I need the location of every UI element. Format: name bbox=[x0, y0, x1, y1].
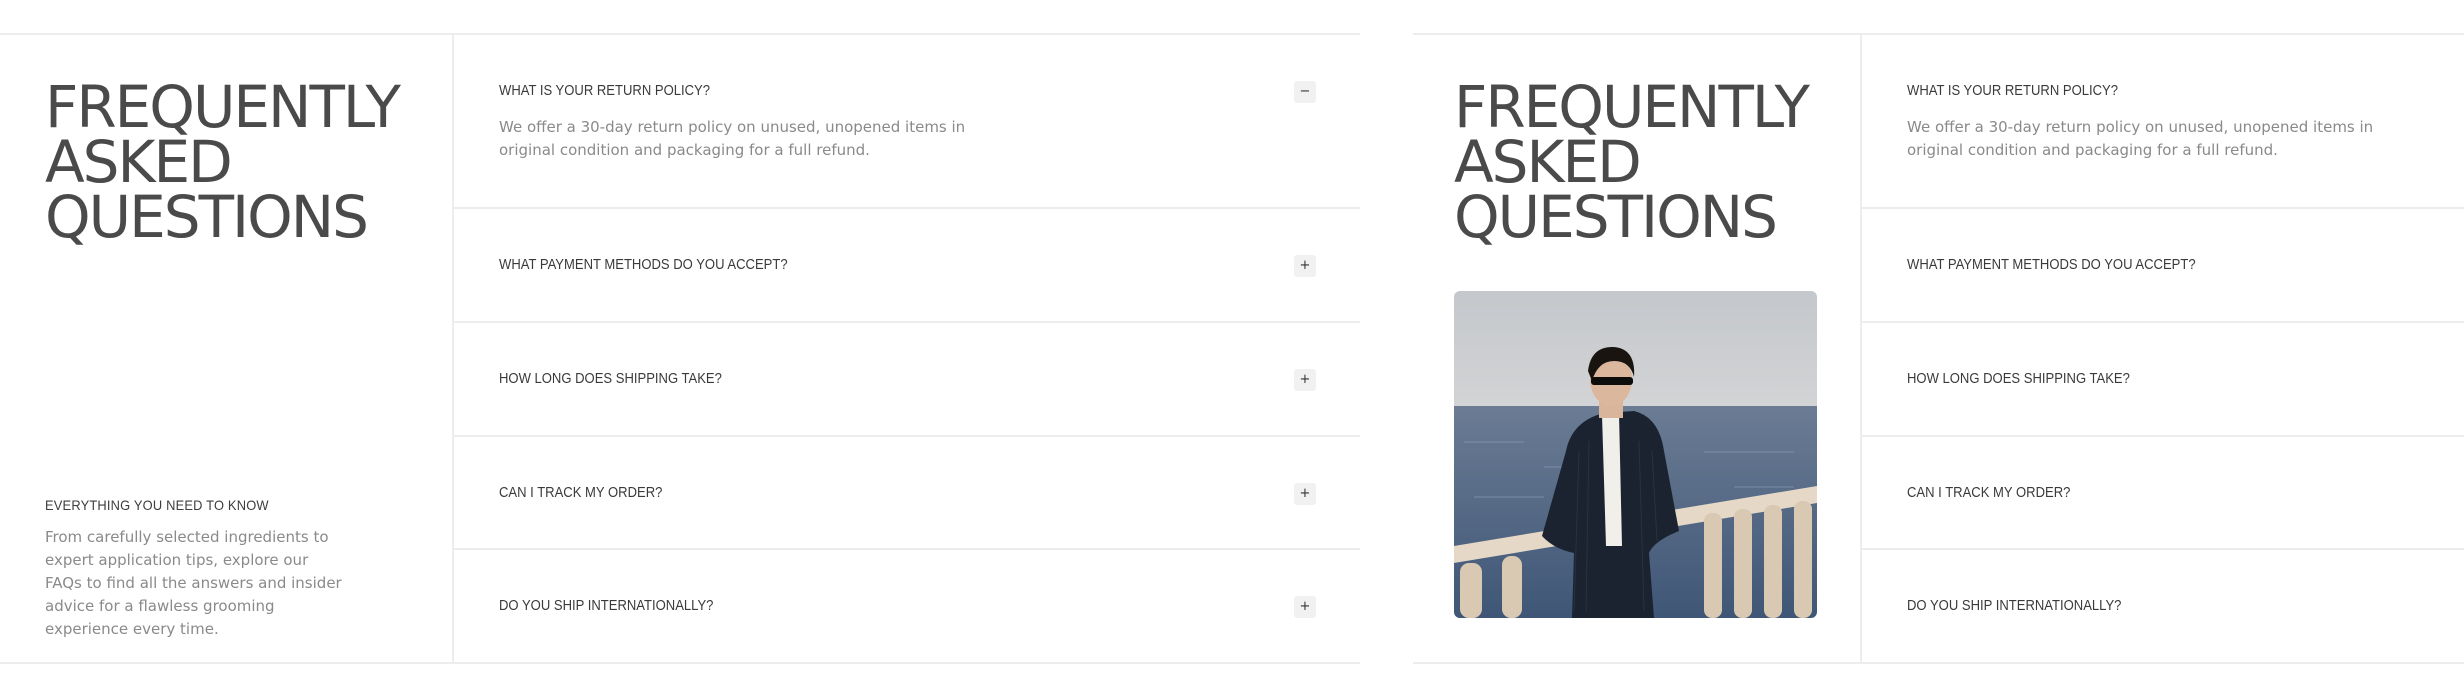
intro-text: From carefully selected ingredients to e… bbox=[45, 528, 342, 638]
faq-question[interactable]: WHAT PAYMENT METHODS DO YOU ACCEPT? bbox=[499, 257, 788, 273]
faq-answer: We offer a 30-day return policy on unuse… bbox=[499, 118, 966, 159]
faq-question[interactable]: HOW LONG DOES SHIPPING TAKE? bbox=[1907, 371, 2130, 387]
faq-question[interactable]: WHAT IS YOUR RETURN POLICY? bbox=[1907, 83, 2118, 99]
faq-question[interactable]: WHAT IS YOUR RETURN POLICY? bbox=[499, 83, 710, 99]
faq-heading: FREQUENTLY ASKED QUESTIONS bbox=[1454, 73, 1810, 251]
faq-item-payment-methods[interactable]: WHAT PAYMENT METHODS DO YOU ACCEPT? + bbox=[454, 209, 1360, 323]
faq-item-international-shipping[interactable]: DO YOU SHIP INTERNATIONALLY? bbox=[1862, 550, 2464, 662]
expand-icon[interactable]: + bbox=[1294, 255, 1316, 277]
model-photo bbox=[1454, 291, 1817, 618]
collapse-icon[interactable]: − bbox=[1294, 81, 1316, 103]
faq-heading-line: FREQUENTLY bbox=[45, 73, 401, 141]
model-photo-illustration bbox=[1454, 291, 1817, 618]
faq-item-return-policy[interactable]: WHAT IS YOUR RETURN POLICY? − We offer a… bbox=[454, 35, 1360, 209]
faq-question[interactable]: CAN I TRACK MY ORDER? bbox=[499, 485, 662, 501]
faq-intro-column: FREQUENTLY ASKED QUESTIONS EVERYTHING YO… bbox=[0, 35, 454, 662]
faq-question[interactable]: HOW LONG DOES SHIPPING TAKE? bbox=[499, 371, 722, 387]
faq-question[interactable]: DO YOU SHIP INTERNATIONALLY? bbox=[499, 598, 713, 614]
faq-item-track-order[interactable]: CAN I TRACK MY ORDER? + bbox=[454, 437, 1360, 550]
faq-heading-line: FREQUENTLY bbox=[1454, 73, 1810, 141]
faq-section-variant-a: FREQUENTLY ASKED QUESTIONS EVERYTHING YO… bbox=[0, 33, 1360, 664]
faq-heading-line: ASKED bbox=[45, 128, 233, 196]
faq-heading-line: ASKED bbox=[1454, 128, 1642, 196]
faq-answer: We offer a 30-day return policy on unuse… bbox=[1907, 118, 2374, 159]
faq-list: WHAT IS YOUR RETURN POLICY? − We offer a… bbox=[454, 35, 1360, 662]
faq-item-payment-methods[interactable]: WHAT PAYMENT METHODS DO YOU ACCEPT? bbox=[1862, 209, 2464, 323]
faq-item-shipping-time[interactable]: HOW LONG DOES SHIPPING TAKE? bbox=[1862, 323, 2464, 437]
faq-section-variant-b: FREQUENTLY ASKED QUESTIONS WHAT IS YOUR … bbox=[1413, 33, 2464, 664]
faq-list: WHAT IS YOUR RETURN POLICY? We offer a 3… bbox=[1862, 35, 2464, 662]
faq-heading-line: QUESTIONS bbox=[45, 183, 369, 251]
faq-heading: FREQUENTLY ASKED QUESTIONS bbox=[45, 73, 401, 251]
faq-item-shipping-time[interactable]: HOW LONG DOES SHIPPING TAKE? + bbox=[454, 323, 1360, 437]
faq-question[interactable]: WHAT PAYMENT METHODS DO YOU ACCEPT? bbox=[1907, 257, 2196, 273]
expand-icon[interactable]: + bbox=[1294, 483, 1316, 505]
faq-heading-line: QUESTIONS bbox=[1454, 183, 1778, 251]
expand-icon[interactable]: + bbox=[1294, 596, 1316, 618]
faq-item-track-order[interactable]: CAN I TRACK MY ORDER? bbox=[1862, 437, 2464, 550]
faq-intro-column: FREQUENTLY ASKED QUESTIONS bbox=[1413, 35, 1862, 662]
faq-item-return-policy[interactable]: WHAT IS YOUR RETURN POLICY? We offer a 3… bbox=[1862, 35, 2464, 209]
faq-question[interactable]: CAN I TRACK MY ORDER? bbox=[1907, 485, 2070, 501]
expand-icon[interactable]: + bbox=[1294, 369, 1316, 391]
faq-question[interactable]: DO YOU SHIP INTERNATIONALLY? bbox=[1907, 598, 2121, 614]
faq-item-international-shipping[interactable]: DO YOU SHIP INTERNATIONALLY? + bbox=[454, 550, 1360, 662]
intro-title: EVERYTHING YOU NEED TO KNOW bbox=[45, 497, 269, 513]
